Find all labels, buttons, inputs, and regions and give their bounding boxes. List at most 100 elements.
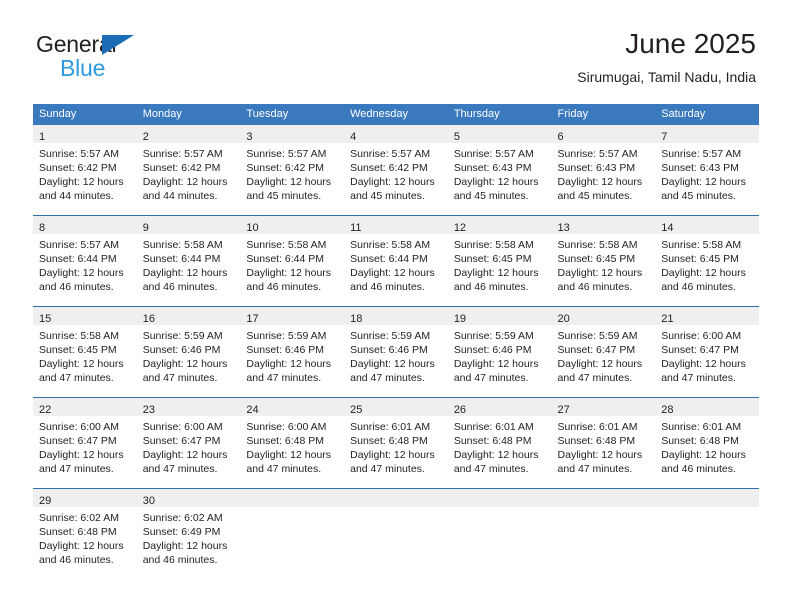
weekday-header-tuesday: Tuesday <box>240 104 345 125</box>
sunset-time: Sunset: 6:49 PM <box>142 526 221 538</box>
daylight-duration-line1: Daylight: 12 hours <box>350 449 435 461</box>
daylight-duration-line1: Daylight: 12 hours <box>246 449 332 461</box>
day-sun-info: Sunrise: 5:59 AM Sunset: 6:46 PM Daylight:… <box>240 325 344 385</box>
page-title: June 2025 <box>625 28 756 59</box>
day-cell-content: 14 Sunrise: 5:58 AM Sunset: 6:45 PM Dayligh… <box>655 216 759 306</box>
day-sun-info: Sunrise: 6:02 AM Sunset: 6:49 PM Daylight:… <box>137 507 241 567</box>
calendar-day-cell[interactable]: 27 Sunrise: 6:01 AM Sunset: 6:48 PM Dayligh… <box>551 397 656 489</box>
calendar-day-cell[interactable]: 21 Sunrise: 6:00 AM Sunset: 6:47 PM Dayligh… <box>655 306 759 398</box>
day-sun-info: Sunrise: 5:57 AM Sunset: 6:43 PM Daylight:… <box>448 143 552 203</box>
title-block: June 2025 Sirumugai, Tamil Nadu, India <box>577 28 756 85</box>
day-cell-content: 17 Sunrise: 5:59 AM Sunset: 6:46 PM Dayligh… <box>240 307 345 397</box>
calendar-day-cell[interactable]: 30 Sunrise: 6:02 AM Sunset: 6:49 PM Dayligh… <box>136 488 241 579</box>
sunrise-time: Sunrise: 5:59 AM <box>453 330 534 342</box>
day-sun-info: Sunrise: 5:58 AM Sunset: 6:45 PM Daylight:… <box>655 234 759 294</box>
day-sun-info: Sunrise: 5:57 AM Sunset: 6:42 PM Daylight:… <box>240 143 344 203</box>
calendar-day-cell[interactable] <box>655 488 759 579</box>
calendar-day-cell[interactable] <box>344 488 448 579</box>
daylight-duration-line1: Daylight: 12 hours <box>350 176 435 188</box>
calendar-day-cell[interactable]: 8 Sunrise: 5:57 AM Sunset: 6:44 PM Daylight… <box>33 215 137 307</box>
calendar-day-cell[interactable]: 23 Sunrise: 6:00 AM Sunset: 6:47 PM Dayligh… <box>136 397 241 489</box>
calendar-day-cell[interactable]: 26 Sunrise: 6:01 AM Sunset: 6:48 PM Dayligh… <box>447 397 552 489</box>
calendar-day-cell[interactable]: 5 Sunrise: 5:57 AM Sunset: 6:43 PM Daylight… <box>447 125 552 216</box>
sunset-time: Sunset: 6:46 PM <box>246 344 325 356</box>
calendar-day-cell[interactable] <box>240 488 345 579</box>
daylight-duration-line1: Daylight: 12 hours <box>453 267 539 279</box>
day-cell-content: 19 Sunrise: 5:59 AM Sunset: 6:46 PM Dayligh… <box>447 307 552 397</box>
day-number: 6 <box>557 131 564 143</box>
day-number-band: 3 <box>240 125 345 143</box>
calendar-day-cell[interactable]: 6 Sunrise: 5:57 AM Sunset: 6:43 PM Daylight… <box>551 125 656 216</box>
sunrise-time: Sunrise: 5:59 AM <box>142 330 223 342</box>
day-number-band <box>447 489 552 507</box>
daylight-duration-line1: Daylight: 12 hours <box>350 267 435 279</box>
sunrise-time: Sunrise: 6:01 AM <box>661 421 742 433</box>
day-number: 17 <box>246 313 259 325</box>
day-sun-info: Sunrise: 5:57 AM Sunset: 6:44 PM Daylight:… <box>33 234 137 294</box>
calendar-day-cell[interactable]: 7 Sunrise: 5:57 AM Sunset: 6:43 PM Daylight… <box>655 125 759 216</box>
calendar-day-cell[interactable] <box>447 488 552 579</box>
calendar-day-cell[interactable]: 17 Sunrise: 5:59 AM Sunset: 6:46 PM Dayligh… <box>240 306 345 398</box>
daylight-duration-line1: Daylight: 12 hours <box>246 267 332 279</box>
daylight-duration-line1: Daylight: 12 hours <box>661 449 746 461</box>
calendar-day-cell[interactable]: 15 Sunrise: 5:58 AM Sunset: 6:45 PM Dayligh… <box>33 306 137 398</box>
daylight-duration-line2: and 47 minutes. <box>557 463 633 475</box>
daylight-duration-line1: Daylight: 12 hours <box>661 176 746 188</box>
daylight-duration-line1: Daylight: 12 hours <box>39 540 124 552</box>
day-cell-content: 6 Sunrise: 5:57 AM Sunset: 6:43 PM Daylight… <box>551 125 656 215</box>
day-number-band: 26 <box>447 398 552 416</box>
calendar-day-cell[interactable]: 4 Sunrise: 5:57 AM Sunset: 6:42 PM Daylight… <box>344 125 448 216</box>
calendar-day-cell[interactable]: 28 Sunrise: 6:01 AM Sunset: 6:48 PM Dayligh… <box>655 397 759 489</box>
sunrise-time: Sunrise: 6:01 AM <box>557 421 638 433</box>
calendar-day-cell[interactable]: 19 Sunrise: 5:59 AM Sunset: 6:46 PM Dayligh… <box>447 306 552 398</box>
sunrise-time: Sunrise: 5:57 AM <box>661 148 742 160</box>
sunrise-time: Sunrise: 5:57 AM <box>557 148 638 160</box>
calendar-day-cell[interactable]: 18 Sunrise: 5:59 AM Sunset: 6:46 PM Dayligh… <box>344 306 448 398</box>
generalblue-logo[interactable]: General Blue <box>36 33 156 81</box>
calendar-day-cell[interactable]: 9 Sunrise: 5:58 AM Sunset: 6:44 PM Daylight… <box>136 215 241 307</box>
daylight-duration-line2: and 46 minutes. <box>557 281 633 293</box>
sunset-time: Sunset: 6:47 PM <box>661 344 739 356</box>
sunset-time: Sunset: 6:43 PM <box>453 162 532 174</box>
sunset-time: Sunset: 6:48 PM <box>453 435 532 447</box>
day-sun-info: Sunrise: 5:59 AM Sunset: 6:47 PM Daylight:… <box>552 325 656 385</box>
sunset-time: Sunset: 6:45 PM <box>557 253 636 265</box>
calendar-day-cell[interactable]: 11 Sunrise: 5:58 AM Sunset: 6:44 PM Dayligh… <box>344 215 448 307</box>
calendar-day-cell[interactable]: 25 Sunrise: 6:01 AM Sunset: 6:48 PM Dayligh… <box>344 397 448 489</box>
daylight-duration-line1: Daylight: 12 hours <box>557 358 643 370</box>
calendar-day-cell[interactable] <box>551 488 656 579</box>
day-sun-info: Sunrise: 6:01 AM Sunset: 6:48 PM Daylight:… <box>552 416 656 476</box>
calendar-day-cell[interactable]: 3 Sunrise: 5:57 AM Sunset: 6:42 PM Daylight… <box>240 125 345 216</box>
day-sun-info: Sunrise: 5:57 AM Sunset: 6:43 PM Daylight:… <box>655 143 759 203</box>
calendar-day-cell[interactable]: 24 Sunrise: 6:00 AM Sunset: 6:48 PM Dayligh… <box>240 397 345 489</box>
daylight-duration-line1: Daylight: 12 hours <box>142 358 228 370</box>
daylight-duration-line2: and 46 minutes. <box>453 281 529 293</box>
weekday-header-thursday: Thursday <box>447 104 552 125</box>
day-cell-content: 1 Sunrise: 5:57 AM Sunset: 6:42 PM Daylight… <box>33 125 137 215</box>
calendar-day-cell[interactable]: 16 Sunrise: 5:59 AM Sunset: 6:46 PM Dayligh… <box>136 306 241 398</box>
calendar-day-cell[interactable]: 13 Sunrise: 5:58 AM Sunset: 6:45 PM Dayligh… <box>551 215 656 307</box>
day-number: 21 <box>661 313 674 325</box>
sunrise-time: Sunrise: 5:58 AM <box>142 239 223 251</box>
calendar-day-cell[interactable]: 1 Sunrise: 5:57 AM Sunset: 6:42 PM Daylight… <box>33 125 137 216</box>
calendar-week-row: 1 Sunrise: 5:57 AM Sunset: 6:42 PM Daylight… <box>33 125 759 216</box>
day-sun-info: Sunrise: 6:01 AM Sunset: 6:48 PM Daylight:… <box>655 416 759 476</box>
calendar-day-cell[interactable]: 10 Sunrise: 5:58 AM Sunset: 6:44 PM Dayligh… <box>240 215 345 307</box>
calendar-day-cell[interactable]: 29 Sunrise: 6:02 AM Sunset: 6:48 PM Dayligh… <box>33 488 137 579</box>
day-number-band: 2 <box>136 125 241 143</box>
calendar-day-cell[interactable]: 2 Sunrise: 5:57 AM Sunset: 6:42 PM Daylight… <box>136 125 241 216</box>
daylight-duration-line1: Daylight: 12 hours <box>453 176 539 188</box>
daylight-duration-line2: and 47 minutes. <box>39 463 114 475</box>
day-number-band: 15 <box>33 307 137 325</box>
calendar-day-cell[interactable]: 20 Sunrise: 5:59 AM Sunset: 6:47 PM Dayligh… <box>551 306 656 398</box>
calendar-day-cell[interactable]: 22 Sunrise: 6:00 AM Sunset: 6:47 PM Dayligh… <box>33 397 137 489</box>
calendar-day-cell[interactable]: 12 Sunrise: 5:58 AM Sunset: 6:45 PM Dayligh… <box>447 215 552 307</box>
daylight-duration-line2: and 45 minutes. <box>661 190 736 202</box>
day-number-band: 9 <box>136 216 241 234</box>
daylight-duration-line2: and 45 minutes. <box>557 190 633 202</box>
day-number: 29 <box>39 495 52 507</box>
daylight-duration-line2: and 46 minutes. <box>661 463 736 475</box>
day-number: 24 <box>246 404 259 416</box>
calendar-day-cell[interactable]: 14 Sunrise: 5:58 AM Sunset: 6:45 PM Dayligh… <box>655 215 759 307</box>
daylight-duration-line2: and 47 minutes. <box>246 372 322 384</box>
